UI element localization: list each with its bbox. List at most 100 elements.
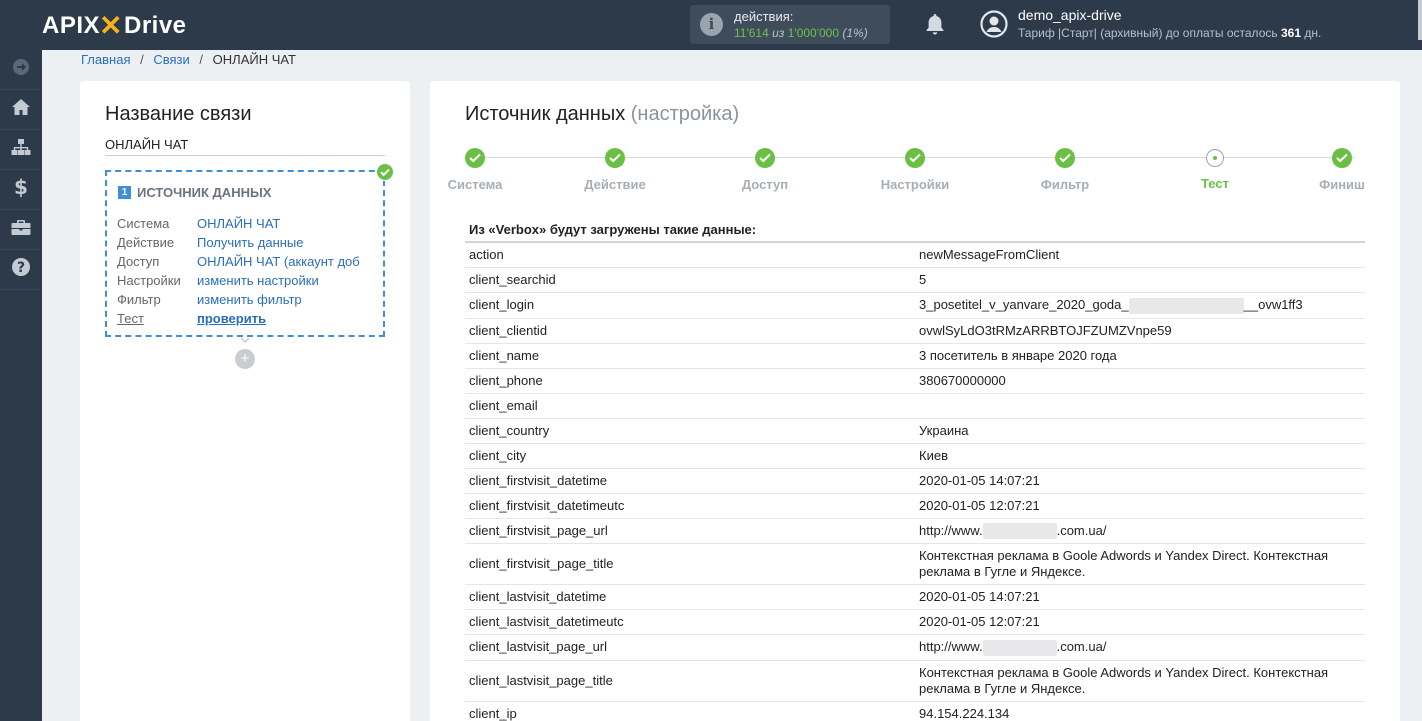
field-key: client_lastvisit_page_url xyxy=(465,634,915,661)
field-value: Киев xyxy=(915,442,1365,469)
arrow-right-circle-icon xyxy=(12,58,30,81)
check-icon xyxy=(755,148,775,168)
sidebar-item-tools[interactable] xyxy=(0,210,42,250)
field-key: client_country xyxy=(465,417,915,444)
row-key: Фильтр xyxy=(117,292,161,307)
field-value: 2020-01-05 12:07:21 xyxy=(915,609,1365,635)
chevron-down-icon xyxy=(240,337,250,343)
table-row: client_phone 380670000000 xyxy=(465,367,1365,394)
logo-text-left: APIX xyxy=(42,11,101,39)
value-suffix: .com.ua/ xyxy=(1056,639,1107,655)
field-key: client_firstvisit_page_title xyxy=(465,543,915,585)
sidebar-item-connections[interactable] xyxy=(0,130,42,170)
sidebar-item-expand[interactable] xyxy=(0,50,42,90)
page-title-main: Источник данных xyxy=(465,103,626,125)
table-row: action newMessageFromClient xyxy=(465,241,1365,268)
table-row: client_lastvisit_datetimeutc 2020-01-05 1… xyxy=(465,609,1365,635)
row-key: Тест xyxy=(117,311,144,326)
field-value: Украина xyxy=(915,417,1365,444)
sitemap-icon xyxy=(11,138,31,161)
username[interactable]: demo_apix-drive xyxy=(1018,7,1122,23)
step-action[interactable]: Действие xyxy=(555,148,675,192)
field-value xyxy=(915,392,1365,419)
redacted-block xyxy=(1128,297,1244,314)
user-avatar-icon[interactable] xyxy=(980,10,1008,43)
data-preview-title: Из «Verbox» будут загружены такие данные… xyxy=(469,222,757,237)
breadcrumb-separator: / xyxy=(140,52,144,67)
value-prefix: http://www. xyxy=(919,639,983,655)
step-label: Действие xyxy=(584,177,646,192)
actions-of: из xyxy=(772,26,785,40)
field-value: http://www. .com.ua/ xyxy=(915,517,1365,544)
breadcrumb-separator: / xyxy=(199,52,204,67)
bell-icon[interactable] xyxy=(925,13,945,40)
value-prefix: 3_posetitel_v_yanvare_2020_goda_ xyxy=(919,297,1129,312)
step-row-system: Система ОНЛАЙН ЧАТ xyxy=(117,216,280,231)
sidebar-item-home[interactable] xyxy=(0,90,42,130)
sidebar-item-billing[interactable]: $ xyxy=(0,170,42,210)
row-value-link[interactable]: ОНЛАЙН ЧАТ xyxy=(197,216,280,231)
sidebar-item-help[interactable]: ? xyxy=(0,250,42,290)
field-value: 3 посетитель в январе 2020 года xyxy=(915,342,1365,369)
tariff-info: Тариф |Старт| (архивный) до оплаты остал… xyxy=(1018,26,1321,40)
check-icon xyxy=(465,148,485,168)
page-scrollbar[interactable] xyxy=(1418,0,1422,40)
row-key: Система xyxy=(117,216,170,231)
breadcrumb-home[interactable]: Главная xyxy=(81,52,130,67)
field-key: client_lastvisit_datetime xyxy=(465,584,915,610)
table-row: client_searchid 5 xyxy=(465,267,1365,293)
actions-counter[interactable]: i действия: 11'614 из 1'000'000 (1%) xyxy=(690,5,890,44)
step-settings[interactable]: Настройки xyxy=(855,148,975,192)
step-finish[interactable]: Финиш xyxy=(1282,148,1402,192)
field-value: http://www. .com.ua/ xyxy=(915,634,1365,661)
field-value: Контекстная реклама в Goole Adwords и Ya… xyxy=(915,543,1365,585)
value-suffix: .com.ua/ xyxy=(1056,522,1107,538)
field-key: client_city xyxy=(465,442,915,469)
breadcrumb-current: ОНЛАЙН ЧАТ xyxy=(212,52,296,67)
home-icon xyxy=(11,98,31,121)
table-row: client_firstvisit_datetimeutc 2020-01-05 … xyxy=(465,492,1365,519)
actions-percent: (1%) xyxy=(842,26,868,40)
data-table: action newMessageFromClient client_search… xyxy=(465,241,1365,721)
step-test[interactable]: Тест xyxy=(1155,148,1275,191)
add-step-button[interactable]: + xyxy=(235,349,255,369)
table-row: client_country Украина xyxy=(465,417,1365,444)
field-key: client_firstvisit_datetimeutc xyxy=(465,492,915,519)
source-step-block[interactable]: 1 ИСТОЧНИК ДАННЫХ Система ОНЛАЙН ЧАТ Дейс… xyxy=(105,163,394,337)
row-value-link[interactable]: Получить данные xyxy=(197,235,304,250)
check-test-link[interactable]: проверить xyxy=(197,311,266,326)
connection-card: Название связи ОНЛАЙН ЧАТ 1 ИСТОЧНИК ДАН… xyxy=(80,81,410,721)
breadcrumb-connections[interactable]: Связи xyxy=(153,52,189,67)
row-value-link[interactable]: ОНЛАЙН ЧАТ (аккаунт доб xyxy=(197,254,360,269)
field-value: 5 xyxy=(915,267,1365,293)
field-key: client_lastvisit_datetimeutc xyxy=(465,609,915,635)
row-key: Доступ xyxy=(117,254,160,269)
actions-count: 11'614 из 1'000'000 (1%) xyxy=(734,26,868,40)
field-key: client_email xyxy=(465,392,915,419)
sidebar: $ ? xyxy=(0,50,42,721)
tariff-days: 361 xyxy=(1280,26,1301,40)
field-value: 94.154.224.134 xyxy=(915,700,1365,721)
connection-name-field[interactable]: ОНЛАЙН ЧАТ xyxy=(105,137,385,156)
row-value-link[interactable]: изменить фильтр xyxy=(197,292,302,307)
value-prefix: http://www. xyxy=(919,522,983,538)
field-value: 3_posetitel_v_yanvare_2020_goda_ __ovw1ff… xyxy=(915,292,1365,319)
row-value-link[interactable]: изменить настройки xyxy=(197,273,319,288)
field-value: ovwlSyLdO3tRMzARRBTOJFZUMZVnpe59 xyxy=(915,317,1365,344)
table-row: client_lastvisit_page_url http://www. .com… xyxy=(465,634,1365,661)
step-filter[interactable]: Фильтр xyxy=(1005,148,1125,192)
field-key: client_firstvisit_datetime xyxy=(465,467,915,494)
page-title-sub: (настройка) xyxy=(630,103,740,125)
field-value: Контекстная реклама в Goole Adwords и Ya… xyxy=(915,659,1365,702)
step-system[interactable]: Система xyxy=(415,148,535,192)
info-icon: i xyxy=(700,13,723,36)
check-circle-icon xyxy=(376,163,394,186)
apix-drive-logo[interactable]: APIX ✕ Drive xyxy=(42,9,187,42)
step-label: Финиш xyxy=(1319,177,1365,192)
connection-title: Название связи xyxy=(105,103,252,125)
table-row: client_firstvisit_page_title Контекстная … xyxy=(465,543,1365,585)
tariff-text: Тариф |Старт| (архивный) до оплаты остал… xyxy=(1018,26,1278,40)
step-number-badge: 1 xyxy=(118,186,131,199)
step-access[interactable]: Доступ xyxy=(705,148,825,192)
actions-used: 11'614 xyxy=(734,26,769,40)
